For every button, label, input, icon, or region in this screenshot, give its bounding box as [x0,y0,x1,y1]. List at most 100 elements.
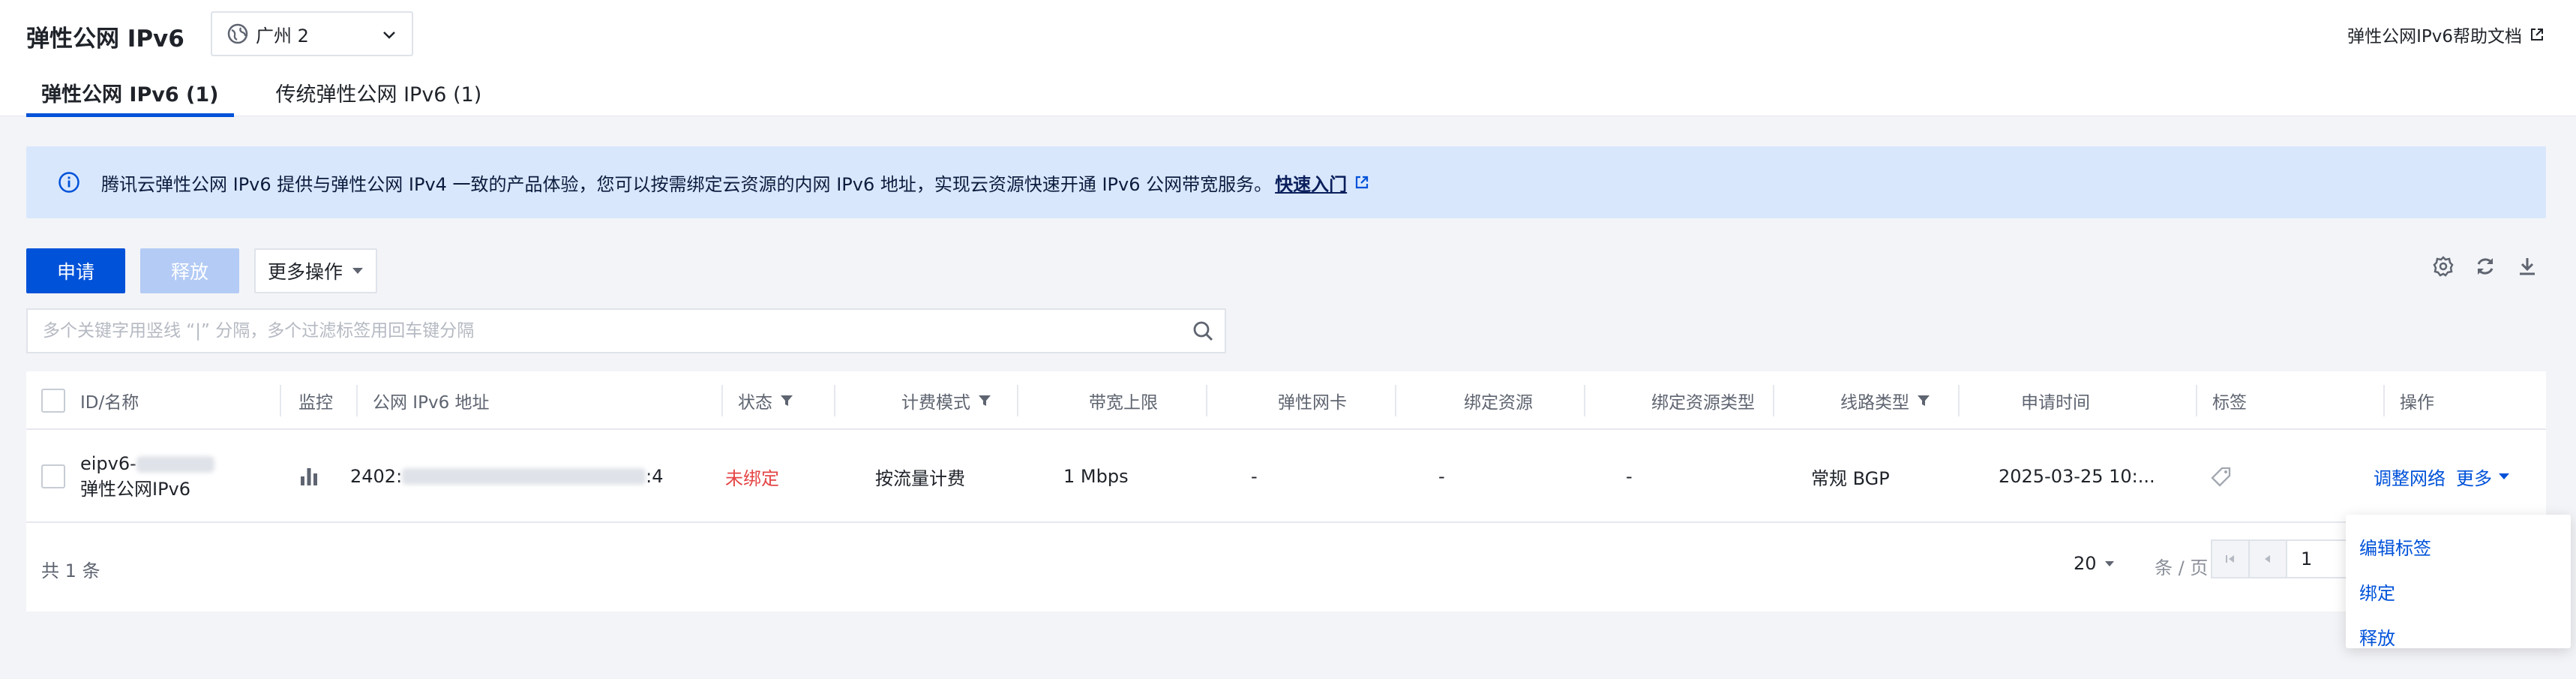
first-page-icon [2226,555,2234,563]
column-divider [1958,385,1960,416]
header-eni-cell: 弹性网卡 [1209,371,1396,430]
adjust-network-link[interactable]: 调整网络 [2374,464,2446,490]
column-divider [1773,385,1774,416]
header-id-name: ID/名称 [80,393,139,413]
more-link[interactable]: 更多 [2456,464,2492,490]
tab-bar: 弹性公网 IPv6 (1) 传统弹性公网 IPv6 (1) [26,78,523,117]
search-icon[interactable] [1192,320,1214,342]
header-bound-resource-type-cell: 绑定资源类型 [1587,371,1774,430]
row-eni: - [1251,466,1258,487]
header-select-cell: ID/名称 [41,371,281,430]
notice-text: 腾讯云弹性公网 IPv6 提供与弹性公网 IPv4 一致的产品体验，您可以按需绑… [101,173,1273,195]
header-eni: 弹性网卡 [1278,393,1347,413]
prev-page-button[interactable] [2250,541,2287,577]
per-page-label: 条 / 页 [2155,557,2209,578]
tab-classic-elastic-ipv6[interactable]: 传统弹性公网 IPv6 (1) [261,78,497,117]
more-actions-button[interactable]: 更多操作 [254,248,377,293]
header-ipv6: 公网 IPv6 地址 [373,393,490,413]
search-input[interactable] [43,321,1168,341]
settings-icon[interactable] [2432,255,2455,278]
page-input[interactable]: 1 [2287,541,2347,577]
info-icon [58,172,79,193]
action-toolbar: 申请 释放 更多操作 [26,248,377,293]
header-apply-time-cell: 申请时间 [1961,371,2197,430]
first-page-button[interactable] [2212,541,2250,577]
header-billing-cell: 计费模式 [837,371,1018,430]
row-bound-resource: - [1438,466,1445,487]
row-ipv6-cell: 2402: :4 [350,430,710,523]
row-line-type: 常规 BGP [1811,467,1890,489]
ipv6-suffix: :4 [646,466,664,487]
download-icon[interactable] [2516,255,2539,278]
redacted-ipv6 [402,468,646,485]
caret-down-icon [2104,560,2114,566]
quick-start-link[interactable]: 快速入门 [1275,170,1347,196]
prev-page-icon [2265,555,2270,563]
instance-id[interactable]: eipv6- [80,453,136,474]
table-header: ID/名称 监控 公网 IPv6 地址 状态 计费模式 带宽上限 弹性网卡 绑定… [26,371,2546,430]
filter-icon[interactable] [978,394,991,407]
filter-icon[interactable] [780,394,793,407]
release-menu-item[interactable]: 释放 [2346,614,2571,659]
external-link-icon [2531,29,2543,41]
header-bound-resource: 绑定资源 [1464,393,1533,413]
table-row: eipv6- 弹性公网IPv6 2402: :4 未绑定 按流量计费 1 Mbp… [26,430,2546,523]
row-billing: 按流量计费 [875,467,965,489]
bind-menu-item[interactable]: 绑定 [2346,569,2571,614]
caret-down-icon [352,268,363,274]
row-bandwidth: 1 Mbps [1063,466,1129,487]
header-status-cell: 状态 [724,371,835,430]
header-bandwidth-cell: 带宽上限 [1020,371,1207,430]
column-divider [1395,385,1396,416]
id-line: eipv6- [80,451,214,476]
tab-elastic-ipv6[interactable]: 弹性公网 IPv6 (1) [26,78,234,117]
status-badge: 未绑定 [725,467,779,489]
top-header: 弹性公网 IPv6 广州 2 弹性公网IPv6帮助文档 弹性公网 IPv6 (1… [0,0,2576,117]
column-divider [834,385,835,416]
header-bound-resource-type: 绑定资源类型 [1651,393,1755,413]
header-actions: 操作 [2400,393,2434,413]
refresh-icon[interactable] [2474,255,2497,278]
header-actions-cell: 操作 [2386,371,2544,430]
info-notice: 腾讯云弹性公网 IPv6 提供与弹性公网 IPv4 一致的产品体验，您可以按需绑… [26,146,2546,218]
header-bandwidth: 带宽上限 [1089,393,1158,413]
header-status: 状态 [738,393,772,413]
table-footer: 共 1 条 20 条 / 页 1 [26,523,2546,611]
globe-icon [227,23,248,44]
region-label: 广州 2 [256,25,309,47]
table-tools [2432,255,2539,278]
row-id-cell: eipv6- 弹性公网IPv6 [41,430,281,523]
select-all-checkbox[interactable] [41,389,65,413]
page-title: 弹性公网 IPv6 [26,26,184,53]
column-divider [721,385,723,416]
release-button[interactable]: 释放 [140,248,239,293]
total-count: 共 1 条 [41,560,100,581]
tag-icon[interactable] [2211,466,2232,487]
header-billing: 计费模式 [901,393,970,413]
bar-chart-icon[interactable] [298,466,319,487]
row-bound-resource-type: - [1626,466,1633,487]
column-divider [1206,385,1207,416]
edit-tags-menu-item[interactable]: 编辑标签 [2346,524,2571,569]
region-selector[interactable]: 广州 2 [211,11,413,56]
filter-icon[interactable] [1917,394,1930,407]
chevron-down-icon [383,32,395,39]
caret-down-icon[interactable] [2498,473,2510,480]
apply-button[interactable]: 申请 [26,248,125,293]
row-apply-time: 2025-03-25 10:... [1999,466,2155,487]
header-monitor: 监控 [298,393,333,413]
id-name-stack: eipv6- 弹性公网IPv6 [80,451,214,502]
pagination: 1 [2211,539,2349,578]
row-checkbox[interactable] [41,464,65,488]
header-monitor-cell: 监控 [285,371,358,430]
help-doc-link[interactable]: 弹性公网IPv6帮助文档 [2347,22,2545,47]
page-size-value: 20 [2074,553,2097,574]
more-actions-label: 更多操作 [267,261,343,283]
header-tags: 标签 [2212,393,2247,413]
column-divider [356,385,358,416]
header-ipv6-cell: 公网 IPv6 地址 [359,371,723,430]
column-divider [2383,385,2385,416]
header-apply-time: 申请时间 [2021,393,2090,413]
instance-name: 弹性公网IPv6 [80,479,191,500]
page-size-select[interactable]: 20 [2074,553,2115,574]
